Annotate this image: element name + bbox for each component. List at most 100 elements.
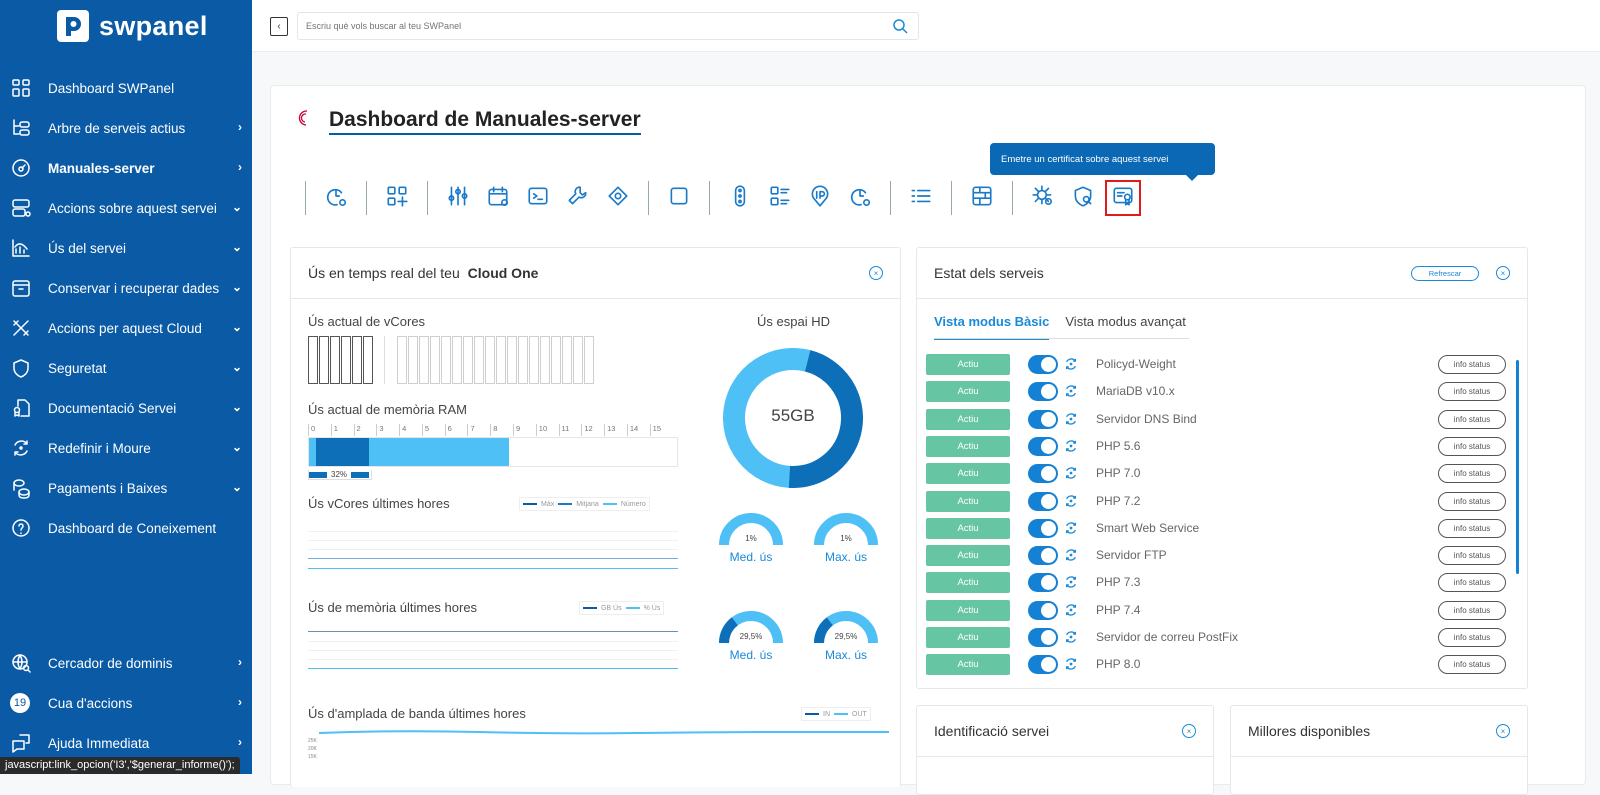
sidebar-item-manuales-server[interactable]: Manuales-server › [0, 148, 252, 188]
sidebar-item-documentaci-servei[interactable]: Documentació Servei ⌄ [0, 388, 252, 428]
service-toggle[interactable] [1028, 518, 1058, 538]
list-check-button[interactable] [762, 180, 798, 216]
sidebar-item-cua-d-accions[interactable]: 19 Cua d'accions › [0, 683, 252, 723]
sidebar-item-conservar-i-recuperar-dades[interactable]: Conservar i recuperar dades ⌄ [0, 268, 252, 308]
status-badge[interactable]: Actiu [926, 435, 1010, 457]
info-status-button[interactable]: info status [1438, 409, 1506, 429]
close-icon[interactable]: × [1182, 724, 1196, 738]
status-badge[interactable]: Actiu [926, 354, 1010, 375]
info-status-button[interactable]: info status [1438, 655, 1506, 675]
close-icon[interactable]: × [1496, 266, 1510, 280]
status-badge[interactable]: Actiu [926, 408, 1010, 430]
services-scrollbar[interactable] [1516, 360, 1519, 574]
search-icon[interactable] [892, 18, 908, 39]
close-icon[interactable]: × [1496, 724, 1510, 738]
refresh-button[interactable]: Refrescar [1411, 266, 1479, 281]
status-badge[interactable]: Actiu [926, 545, 1010, 567]
traffic-light-button[interactable] [722, 180, 758, 216]
info-status-button[interactable]: info status [1438, 573, 1506, 593]
restart-icon[interactable] [1063, 602, 1079, 623]
terminal-button[interactable] [520, 180, 556, 216]
service-toggle[interactable] [1028, 355, 1058, 374]
restart-icon[interactable] [1063, 356, 1079, 377]
restart-icon[interactable] [1063, 465, 1079, 486]
ip-pin-button[interactable] [802, 180, 838, 216]
sidebar-item-dashboard-de-coneixement[interactable]: Dashboard de Coneixement [0, 508, 252, 548]
service-toggle[interactable] [1028, 382, 1058, 402]
certificate-button[interactable] [1105, 180, 1141, 216]
wrench-button[interactable] [560, 180, 596, 216]
info-status-button[interactable]: info status [1438, 491, 1506, 511]
tab-basic[interactable]: Vista modus Bàsic [934, 314, 1050, 340]
status-badge[interactable]: Actiu [926, 463, 1010, 485]
clock-gear-button[interactable] [318, 180, 354, 216]
service-toggle[interactable] [1028, 628, 1058, 647]
service-toggle[interactable] [1028, 436, 1058, 456]
status-badge[interactable]: Actiu [926, 627, 1010, 648]
card-header: Ús en temps real del teu Cloud One × [291, 248, 900, 299]
info-status-button[interactable]: info status [1438, 436, 1506, 456]
sidebar-item-cercador-de-dominis[interactable]: Cercador de dominis › [0, 643, 252, 683]
firewall-button[interactable] [964, 180, 1000, 216]
square-button[interactable] [661, 180, 697, 216]
status-badge[interactable]: Actiu [926, 381, 1010, 403]
restart-icon[interactable] [1063, 438, 1079, 459]
ram-scale-tick: 4 [399, 424, 406, 436]
calendar-gear-button[interactable] [480, 180, 516, 216]
status-badge[interactable]: Actiu [926, 572, 1010, 594]
service-toggle[interactable] [1028, 464, 1058, 484]
gauge-value: 29,5% [834, 632, 858, 641]
sidebar-item-dashboard-swpanel[interactable]: Dashboard SWPanel [0, 68, 252, 108]
service-toggle[interactable] [1028, 600, 1058, 620]
collapse-sidebar-button[interactable]: ‹ [270, 17, 288, 36]
service-row: Actiu PHP 7.3 info status [926, 572, 1506, 594]
service-toggle[interactable] [1028, 409, 1058, 429]
restart-icon[interactable] [1063, 520, 1079, 541]
status-badge[interactable]: Actiu [926, 654, 1010, 676]
service-toggle[interactable] [1028, 491, 1058, 511]
gauge-value: 1% [840, 534, 852, 543]
close-icon[interactable]: × [869, 266, 883, 280]
sidebar-item-accions-sobre-aquest-servei[interactable]: Accions sobre aquest servei ⌄ [0, 188, 252, 228]
sliders-button[interactable] [440, 180, 476, 216]
grid-plus-button[interactable] [379, 180, 415, 216]
info-status-button[interactable]: info status [1438, 382, 1506, 402]
sidebar-item-accions-per-aquest-cloud[interactable]: Accions per aquest Cloud ⌄ [0, 308, 252, 348]
sidebar-item-seguretat[interactable]: Seguretat ⌄ [0, 348, 252, 388]
status-badge[interactable]: Actiu [926, 490, 1010, 512]
restart-icon[interactable] [1063, 493, 1079, 514]
shield-search-button[interactable] [1065, 180, 1101, 216]
restart-icon[interactable] [1063, 629, 1079, 650]
sidebar-item-redefinir-i-moure[interactable]: Redefinir i Moure ⌄ [0, 428, 252, 468]
sidebar-item--s-del-servei[interactable]: Ús del servei ⌄ [0, 228, 252, 268]
tab-advanced[interactable]: Vista modus avançat [1065, 314, 1185, 340]
restart-icon[interactable] [1063, 574, 1079, 595]
status-badge[interactable]: Actiu [926, 517, 1010, 539]
tag-gear-button[interactable] [600, 180, 636, 216]
sidebar-item-pagaments-i-baixes[interactable]: Pagaments i Baixes ⌄ [0, 468, 252, 508]
info-status-button[interactable]: info status [1438, 600, 1506, 620]
info-status-button[interactable]: info status [1438, 546, 1506, 566]
restart-icon[interactable] [1063, 547, 1079, 568]
gauge-value: 1% [745, 534, 757, 543]
service-toggle[interactable] [1028, 546, 1058, 566]
info-status-button[interactable]: info status [1438, 355, 1506, 374]
service-toggle[interactable] [1028, 573, 1058, 593]
info-status-button[interactable]: info status [1438, 518, 1506, 538]
vcore-cell [485, 336, 495, 384]
status-badge[interactable]: Actiu [926, 599, 1010, 621]
info-status-button[interactable]: info status [1438, 464, 1506, 484]
sidebar-item-arbre-de-serveis-actius[interactable]: Arbre de serveis actius › [0, 108, 252, 148]
logo[interactable]: swpanel [57, 10, 208, 42]
info-status-button[interactable]: info status [1438, 628, 1506, 647]
virus-search-button[interactable] [1025, 180, 1061, 216]
service-name: Smart Web Service [1096, 520, 1200, 535]
clock-gear-button[interactable] [842, 180, 878, 216]
service-toggle[interactable] [1028, 655, 1058, 675]
restart-icon[interactable] [1063, 411, 1079, 432]
link-status-bar: javascript:link_opcion('I3','$generar_in… [0, 757, 240, 774]
restart-icon[interactable] [1063, 656, 1079, 677]
search-input[interactable] [298, 21, 878, 31]
list-button[interactable] [903, 180, 939, 216]
restart-icon[interactable] [1063, 383, 1079, 404]
